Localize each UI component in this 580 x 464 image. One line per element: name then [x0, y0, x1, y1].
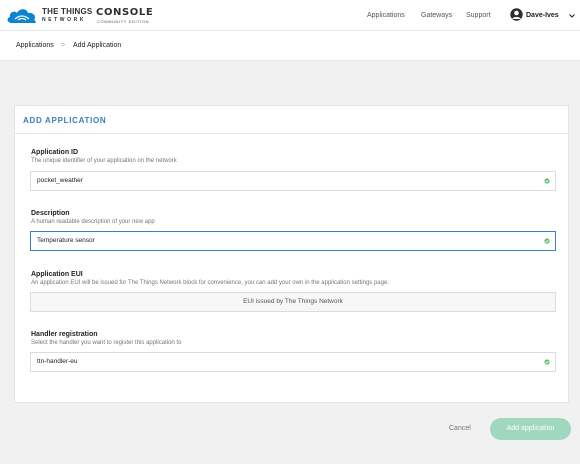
logo-text-network: NETWORK — [42, 17, 87, 23]
application-id-description: The unique identifier of your applicatio… — [31, 158, 177, 164]
add-application-button[interactable]: Add application — [490, 418, 571, 440]
user-menu[interactable]: Dave-Ives — [510, 8, 578, 24]
application-id-input[interactable]: pocket_weather — [30, 171, 556, 191]
user-name: Dave-Ives — [526, 12, 559, 19]
logo-text-things: THE THINGS — [42, 7, 93, 16]
ttn-cloud-icon — [7, 9, 36, 24]
cancel-button[interactable]: Cancel — [449, 425, 471, 433]
handler-registration-label: Handler registration — [31, 331, 98, 338]
page-title: ADD APPLICATION — [23, 116, 107, 125]
nav-link-applications[interactable]: Applications — [367, 12, 405, 20]
application-id-label: Application ID — [31, 149, 79, 156]
description-input[interactable]: Temperature sensor — [30, 231, 556, 251]
breadcrumb-separator: > — [61, 42, 66, 49]
description-help-text: A human readable description of your new… — [31, 219, 155, 225]
description-label: Description — [31, 210, 70, 217]
nav-link-support[interactable]: Support — [466, 12, 491, 20]
logo-text-edition: COMMUNITY EDITION — [97, 19, 150, 24]
top-navigation-bar: THE THINGS NETWORK CONSOLE COMMUNITY EDI… — [0, 0, 580, 31]
application-eui-input: EUI issued by The Things Network — [30, 292, 556, 312]
valid-check-icon — [544, 359, 550, 365]
valid-check-icon — [544, 238, 550, 244]
user-avatar-icon — [510, 8, 523, 21]
handler-registration-description: Select the handler you want to register … — [31, 340, 182, 346]
application-eui-label: Application EUI — [31, 271, 83, 278]
ttn-console-logo[interactable]: THE THINGS NETWORK CONSOLE COMMUNITY EDI… — [6, 7, 196, 25]
breadcrumb: Applications > Add Application — [0, 31, 580, 61]
valid-check-icon — [544, 178, 550, 184]
breadcrumb-item-applications[interactable]: Applications — [16, 42, 54, 50]
application-eui-description: An application EUI will be issued for Th… — [31, 280, 389, 286]
chevron-down-icon — [569, 14, 575, 18]
card-header: ADD APPLICATION — [15, 106, 568, 134]
logo-text-console: CONSOLE — [96, 7, 154, 18]
handler-registration-select[interactable]: ttn-handler-eu — [30, 352, 556, 372]
breadcrumb-item-add-application: Add Application — [73, 42, 122, 49]
nav-link-gateways[interactable]: Gateways — [421, 12, 452, 20]
add-application-card: ADD APPLICATION Application ID The uniqu… — [14, 105, 569, 403]
